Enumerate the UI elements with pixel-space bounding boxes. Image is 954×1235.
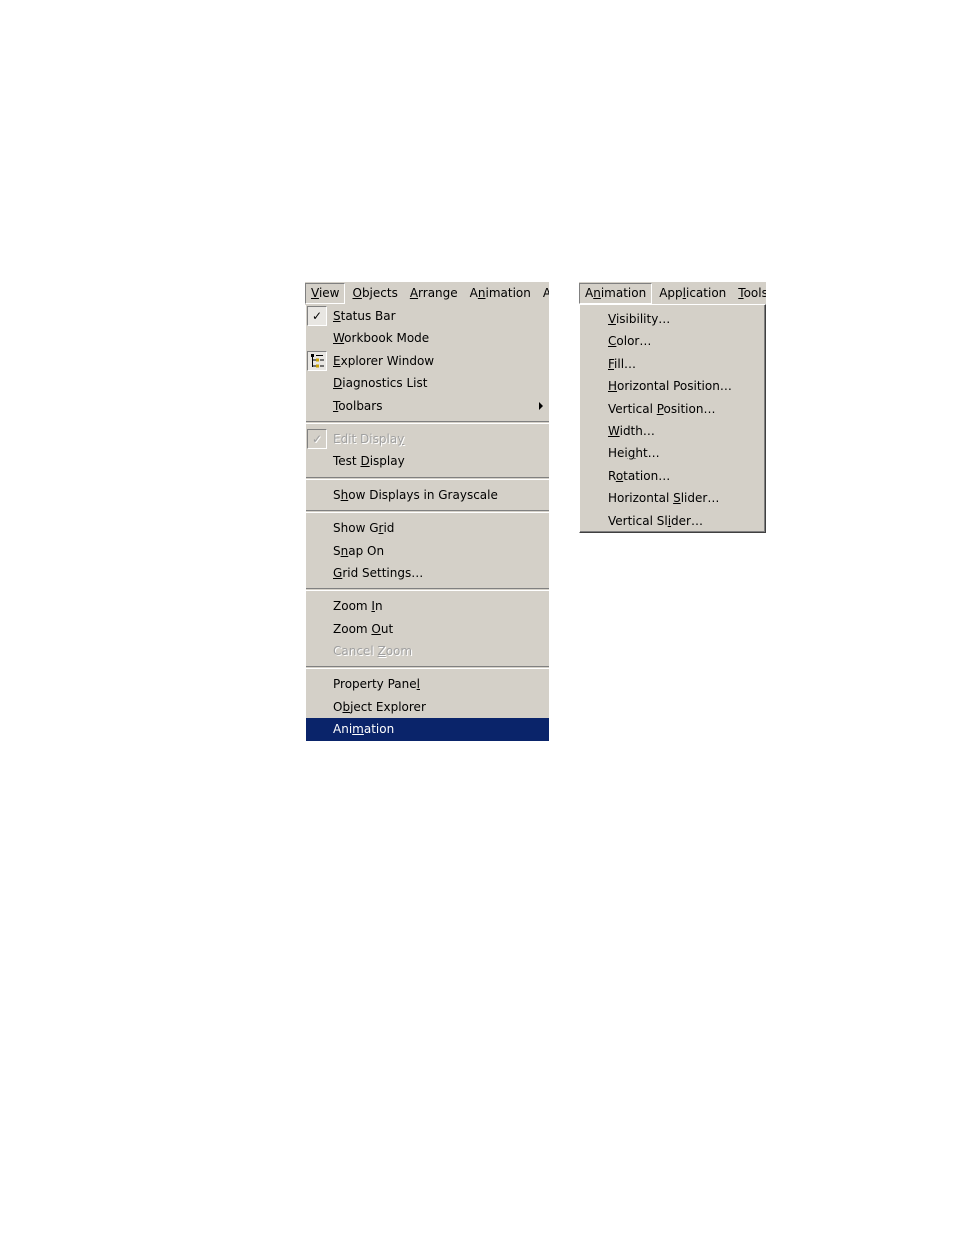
menu-item-grid-settings[interactable]: Grid Settings… xyxy=(306,562,549,584)
menu-item-width[interactable]: Width… xyxy=(580,420,765,442)
menu-item-snap-on[interactable]: Snap On xyxy=(306,540,549,562)
menu-item-color[interactable]: Color… xyxy=(580,330,765,352)
view-menubar: View Objects Arrange Animation Ap xyxy=(305,282,549,305)
menu-item-fill[interactable]: Fill… xyxy=(580,353,765,375)
menu-item-zoom-out[interactable]: Zoom Out xyxy=(306,618,549,640)
menubar-objects[interactable]: Objects xyxy=(347,283,402,304)
menu-item-explorer-window[interactable]: Explorer Window xyxy=(306,350,549,372)
menu-item-property-panel[interactable]: Property Panel xyxy=(306,673,549,695)
checkmark-icon: ✓ xyxy=(307,428,327,449)
menu-separator xyxy=(306,510,549,514)
submenu-arrow-icon xyxy=(539,401,543,410)
menu-item-test-display[interactable]: Test Display xyxy=(306,450,549,472)
menu-item-rotation[interactable]: Rotation… xyxy=(580,465,765,487)
menu-separator xyxy=(306,588,549,592)
menu-item-vertical-slider[interactable]: Vertical Slider… xyxy=(580,510,765,532)
menu-item-edit-display[interactable]: ✓ Edit Display xyxy=(306,428,549,450)
menu-item-visibility[interactable]: Visibility… xyxy=(580,308,765,330)
menu-item-zoom-in[interactable]: Zoom In xyxy=(306,595,549,617)
menu-item-object-explorer[interactable]: Object Explorer xyxy=(306,696,549,718)
menu-item-show-grayscale[interactable]: Show Displays in Grayscale xyxy=(306,484,549,506)
animation-menubar: Animation Application Tools xyxy=(579,282,766,305)
menu-separator xyxy=(306,420,549,424)
menu-item-workbook-mode[interactable]: Workbook Mode xyxy=(306,327,549,349)
menu-separator xyxy=(306,476,549,480)
menu-item-diagnostics-list[interactable]: Diagnostics List xyxy=(306,372,549,394)
menu-item-horizontal-position[interactable]: Horizontal Position… xyxy=(580,375,765,397)
menu-item-toolbars[interactable]: Toolbars xyxy=(306,395,549,417)
menubar-tools[interactable]: Tools xyxy=(733,283,766,304)
menubar-animation[interactable]: Animation xyxy=(465,283,536,304)
menu-item-height[interactable]: Height… xyxy=(580,442,765,464)
menubar-application-truncated[interactable]: Ap xyxy=(538,283,549,304)
menu-item-animation[interactable]: Animation xyxy=(306,718,549,741)
menu-item-show-grid[interactable]: Show Grid xyxy=(306,517,549,539)
menubar-arrange[interactable]: Arrange xyxy=(405,283,463,304)
menu-item-cancel-zoom[interactable]: Cancel Zoom xyxy=(306,640,549,662)
tree-view-icon xyxy=(307,350,327,371)
menubar-application[interactable]: Application xyxy=(654,283,731,304)
checkmark-icon: ✓ xyxy=(307,306,327,326)
animation-menu: Visibility… Color… Fill… Horizontal Posi… xyxy=(579,304,766,533)
menu-item-status-bar[interactable]: ✓ Status Bar xyxy=(306,305,549,327)
menu-separator xyxy=(306,666,549,670)
menubar-animation[interactable]: Animation xyxy=(579,283,653,304)
menu-item-vertical-position[interactable]: Vertical Position… xyxy=(580,398,765,420)
menu-item-horizontal-slider[interactable]: Horizontal Slider… xyxy=(580,487,765,509)
view-menu: ✓ Status Bar Workbook Mode Explorer Wind… xyxy=(305,305,549,741)
menubar-view[interactable]: View xyxy=(305,283,346,304)
